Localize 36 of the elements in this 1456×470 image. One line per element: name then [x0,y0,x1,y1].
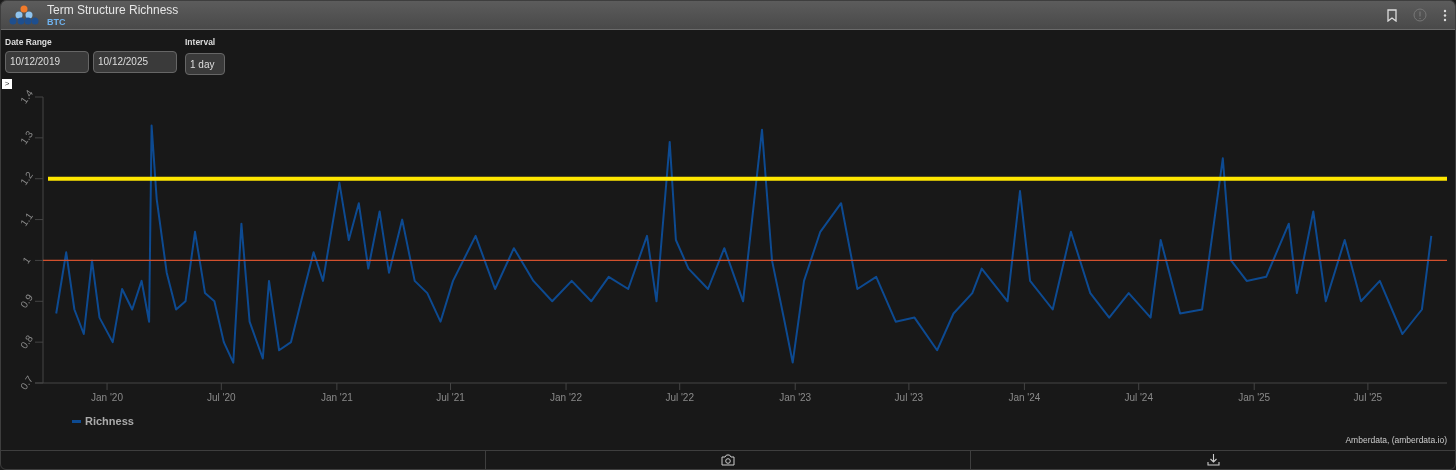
axis-tick-label: Jan '24 [1008,392,1041,404]
start-date-field[interactable]: 10/12/2019 [5,50,89,73]
axis-tick-label: 1 [20,255,33,266]
field-label: Date Range [5,36,53,49]
axis-tick-label: 1.2 [18,169,36,188]
axis-tick-label: Jan '20 [91,392,123,404]
axis-tick-label: Jul '23 [894,392,924,404]
expand-button[interactable]: > [2,79,12,90]
axis-tick-label: Jul '22 [665,392,694,404]
legend-swatch-icon [72,420,81,424]
axis-tick-label: 0.8 [18,333,36,351]
more-icon[interactable] [1443,8,1447,22]
logo-icon [9,4,39,27]
axis-tick-label: Jul '20 [207,392,236,404]
end-date-field[interactable]: 10/12/2025 [93,50,177,73]
credit-text: Amberdata, (amberdata.io) [1345,434,1447,447]
axis-tick-label: Jan '23 [779,392,812,404]
download-icon[interactable] [1206,453,1220,467]
axis-tick-label: 0.9 [18,292,36,311]
axis-tick-label: 1.4 [18,89,36,106]
field-label: Interval [185,36,217,49]
bookmark-icon[interactable] [1387,8,1397,22]
axis-tick-label: 0.7 [18,374,36,392]
legend-label[interactable]: Richness [85,413,134,430]
axis-tick-label: 1.1 [18,210,36,229]
axis-tick-label: Jan '25 [1238,392,1271,404]
axis-tick-label: Jul '21 [436,392,465,404]
axis-tick-label: Jul '24 [1124,392,1153,404]
window-subtitle: BTC [47,16,67,27]
camera-icon[interactable] [721,453,735,466]
window-title: Term Structure Richness [47,3,179,17]
interval-field[interactable]: 1 day [185,53,225,76]
axis-tick-label: Jan '21 [320,392,353,404]
axis-tick-label: 1.3 [18,129,36,147]
axis-tick-label: Jul '25 [1353,392,1383,404]
axis-tick-label: Jan '22 [550,392,582,404]
